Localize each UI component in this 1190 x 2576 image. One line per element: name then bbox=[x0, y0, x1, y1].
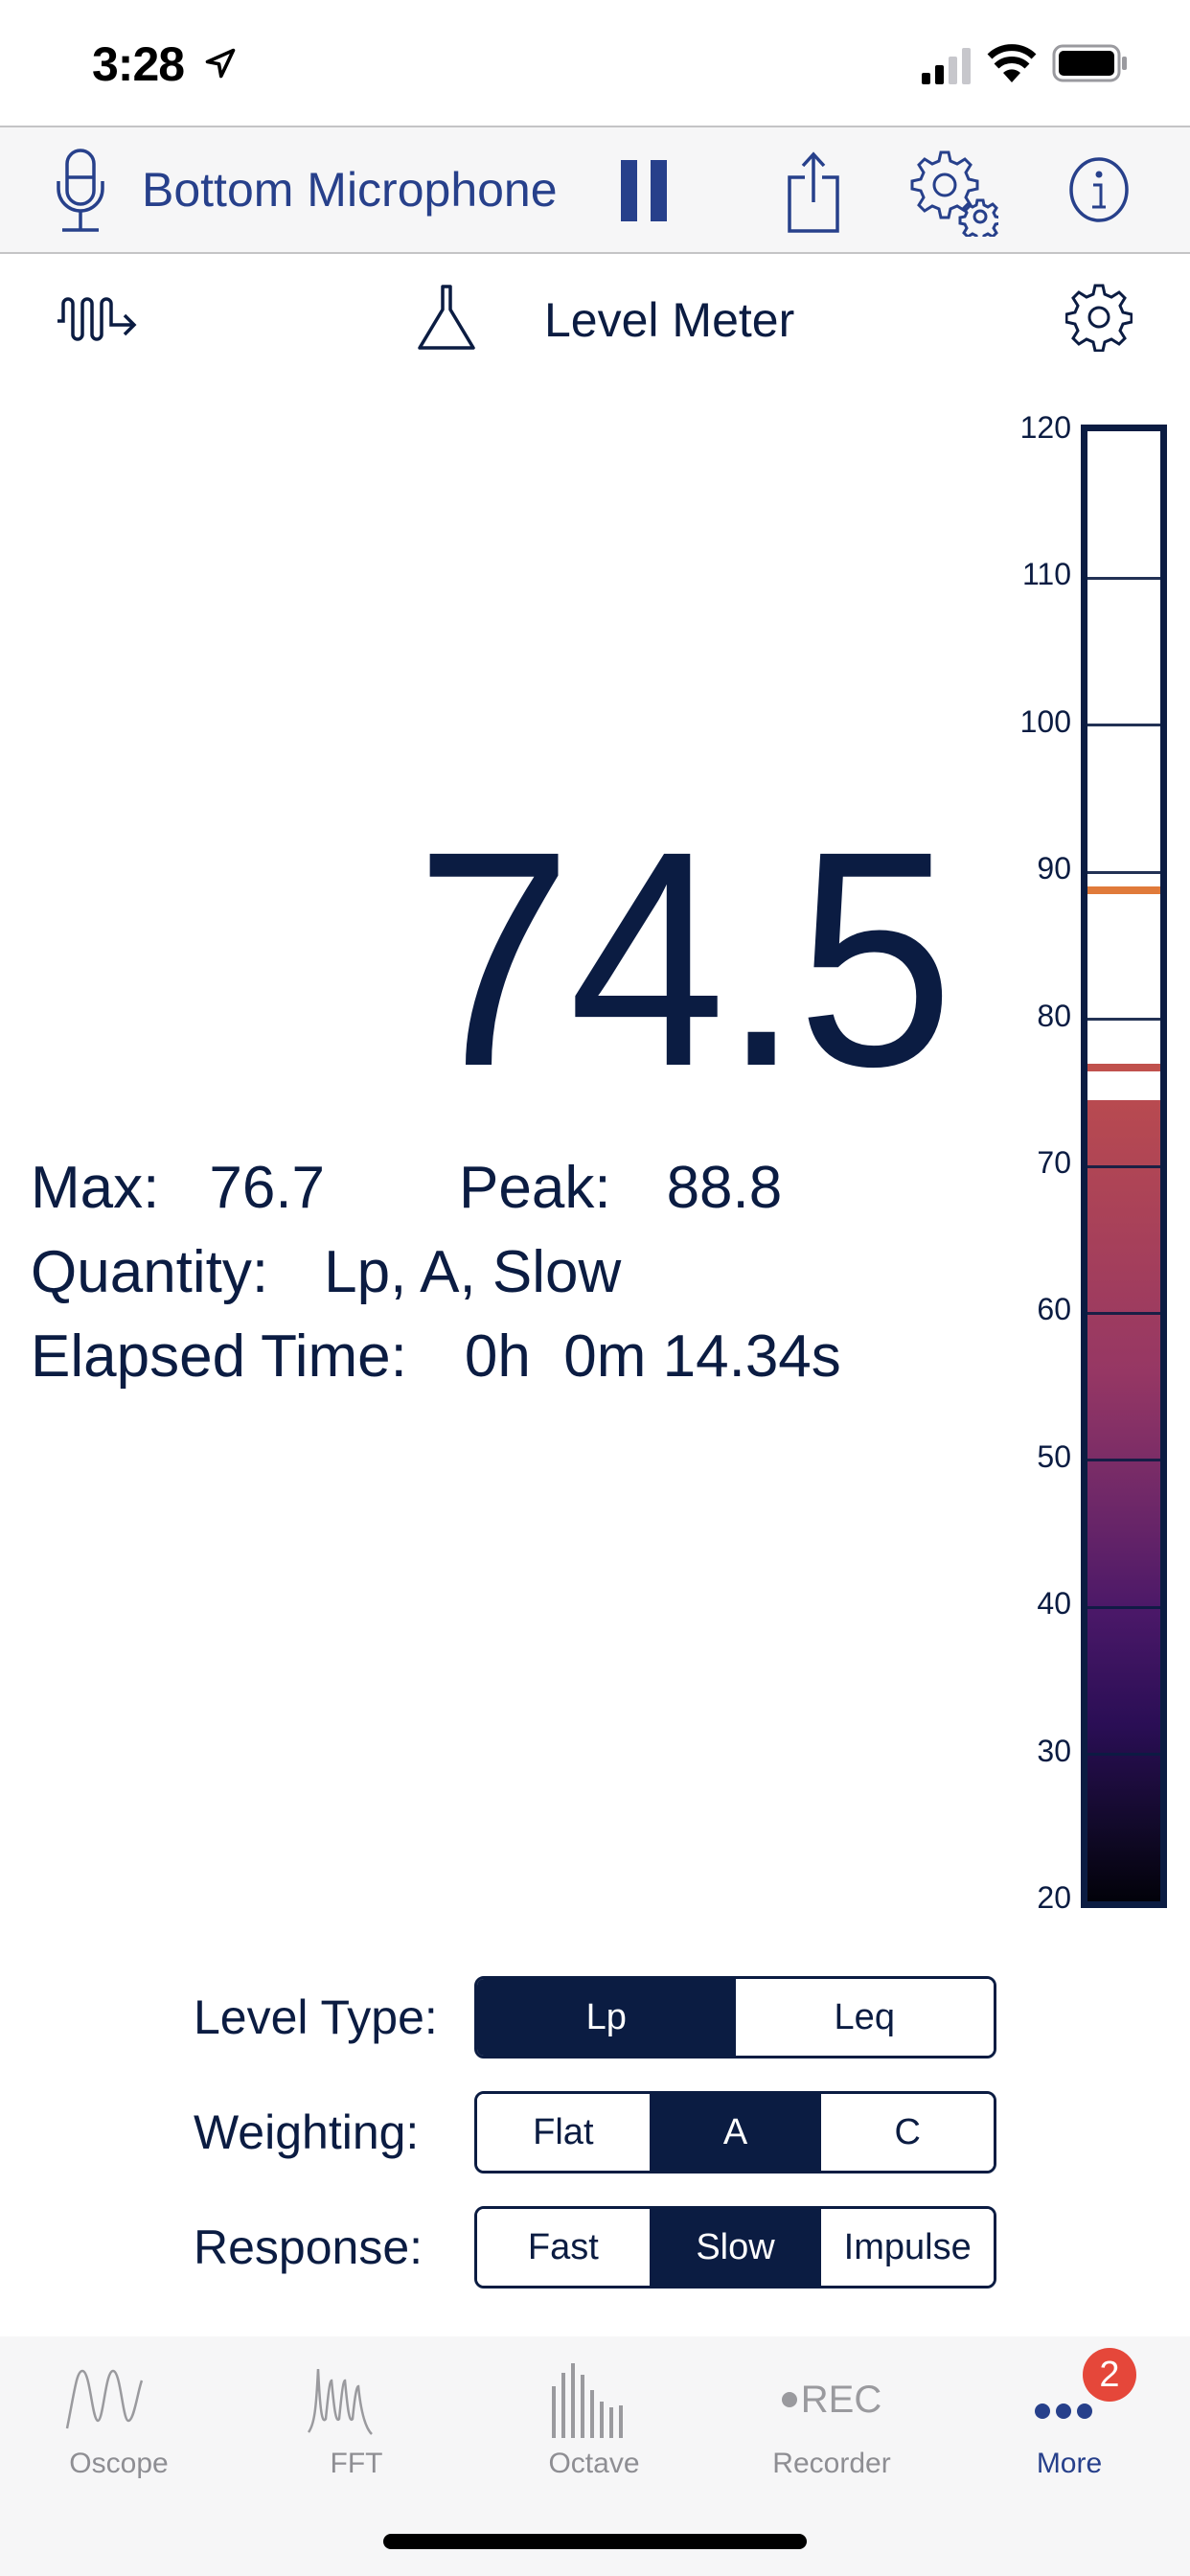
meter-gridline bbox=[1087, 870, 1160, 874]
segment-a[interactable]: A bbox=[649, 2094, 822, 2171]
meter-gridline bbox=[1087, 576, 1160, 580]
status-time: 3:28 bbox=[92, 37, 185, 91]
fft-peaks-icon bbox=[307, 2368, 373, 2435]
meter-tick-label: 100 bbox=[1019, 703, 1071, 739]
segment-impulse[interactable]: Impulse bbox=[821, 2209, 994, 2286]
quantity-label: Quantity: bbox=[31, 1239, 269, 1305]
tab-label: FFT bbox=[330, 2448, 383, 2479]
meter-fill bbox=[1087, 1099, 1160, 1901]
quantity-line: Quantity: Lp, A, Slow bbox=[31, 1230, 841, 1315]
max-label: Max: bbox=[31, 1155, 160, 1221]
elapsed-value: 0h 0m 14.34s bbox=[464, 1323, 841, 1390]
weighting-label: Weighting: bbox=[194, 2105, 420, 2159]
screen-header: Level Meter bbox=[0, 254, 1190, 379]
location-arrow-icon bbox=[205, 48, 236, 79]
octave-bars-icon bbox=[552, 2363, 623, 2438]
home-indicator bbox=[383, 2534, 807, 2549]
max-level-marker bbox=[1087, 1064, 1160, 1072]
segment-slow[interactable]: Slow bbox=[649, 2209, 822, 2286]
meter-gridline bbox=[1087, 724, 1160, 727]
level-type-segmented-control: Lp Leq bbox=[474, 1976, 996, 2058]
input-source-label[interactable]: Bottom Microphone bbox=[142, 162, 558, 218]
rec-icon: REC bbox=[774, 2361, 889, 2438]
rec-icon-text: REC bbox=[800, 2378, 882, 2421]
tab-fft[interactable]: FFT bbox=[238, 2336, 475, 2490]
tab-recorder[interactable]: REC Recorder bbox=[713, 2336, 950, 2490]
tab-label: Oscope bbox=[69, 2448, 169, 2479]
level-type-label: Level Type: bbox=[194, 1990, 438, 2044]
segment-leq[interactable]: Leq bbox=[735, 1979, 994, 2056]
app-settings-icon[interactable] bbox=[910, 149, 998, 237]
peak-value: 88.8 bbox=[666, 1155, 783, 1221]
oscope-wave-icon bbox=[65, 2369, 144, 2429]
share-icon[interactable] bbox=[784, 150, 843, 235]
meter-tick-label: 90 bbox=[1037, 851, 1071, 886]
signal-generator-icon[interactable] bbox=[56, 292, 142, 346]
meter-settings-gear-icon[interactable] bbox=[1065, 283, 1133, 352]
meter-tick-label: 50 bbox=[1037, 1438, 1071, 1474]
meter-tick-label: 60 bbox=[1037, 1292, 1071, 1327]
segment-fast[interactable]: Fast bbox=[477, 2209, 650, 2286]
flask-icon bbox=[418, 285, 475, 350]
response-row: Response: Fast Slow Impulse bbox=[0, 2206, 1190, 2288]
wifi-icon bbox=[987, 44, 1037, 82]
meter-gridline bbox=[1087, 1164, 1160, 1168]
tab-octave[interactable]: Octave bbox=[475, 2336, 713, 2490]
tab-more[interactable]: 2 More bbox=[950, 2336, 1188, 2490]
peak-label: Peak: bbox=[459, 1155, 611, 1221]
segment-flat[interactable]: Flat bbox=[477, 2094, 650, 2171]
max-peak-line: Max: 76.7 Peak: 88.8 bbox=[31, 1146, 841, 1230]
app-toolbar: Bottom Microphone bbox=[0, 126, 1190, 254]
screen-title: Level Meter bbox=[544, 293, 795, 347]
quantity-value: Lp, A, Slow bbox=[324, 1239, 622, 1305]
level-meter-bar bbox=[1081, 425, 1167, 1908]
meter-gridline bbox=[1087, 1018, 1160, 1022]
elapsed-label: Elapsed Time: bbox=[31, 1323, 407, 1390]
meter-tick-label: 80 bbox=[1037, 998, 1071, 1033]
response-label: Response: bbox=[194, 2220, 423, 2274]
meter-tick-label: 20 bbox=[1037, 1880, 1071, 1915]
microphone-icon[interactable] bbox=[54, 147, 107, 235]
notification-badge: 2 bbox=[1083, 2348, 1136, 2402]
level-statistics: Max: 76.7 Peak: 88.8 Quantity: Lp, A, Slow E… bbox=[31, 1146, 841, 1399]
meter-tick-label: 120 bbox=[1019, 410, 1071, 445]
battery-icon bbox=[1052, 44, 1127, 82]
tab-label: More bbox=[1036, 2448, 1103, 2479]
info-icon[interactable] bbox=[1067, 156, 1131, 223]
segment-c[interactable]: C bbox=[821, 2094, 994, 2171]
weighting-row: Weighting: Flat A C bbox=[0, 2091, 1190, 2174]
tab-label: Octave bbox=[548, 2448, 640, 2479]
meter-tick-label: 70 bbox=[1037, 1145, 1071, 1180]
max-value: 76.7 bbox=[209, 1155, 326, 1221]
tab-label: Recorder bbox=[772, 2448, 891, 2479]
meter-tick-label: 30 bbox=[1037, 1733, 1071, 1768]
meter-gridline bbox=[1087, 1605, 1160, 1609]
weighting-segmented-control: Flat A C bbox=[474, 2091, 996, 2174]
meter-gridline bbox=[1087, 1753, 1160, 1757]
segment-lp[interactable]: Lp bbox=[477, 1979, 736, 2056]
meter-gridline bbox=[1087, 1459, 1160, 1462]
current-level-reading: 74.5 bbox=[415, 787, 954, 1130]
response-segmented-control: Fast Slow Impulse bbox=[474, 2206, 996, 2288]
cellular-signal-icon bbox=[922, 48, 971, 84]
elapsed-time-line: Elapsed Time: 0h 0m 14.34s bbox=[31, 1315, 841, 1399]
peak-level-marker bbox=[1087, 886, 1160, 894]
status-bar: 3:28 bbox=[0, 0, 1190, 126]
level-type-row: Level Type: Lp Leq bbox=[0, 1976, 1190, 2058]
meter-tick-label: 110 bbox=[1021, 557, 1071, 592]
meter-tick-label: 40 bbox=[1037, 1586, 1071, 1622]
meter-gridline bbox=[1087, 1311, 1160, 1315]
pause-button[interactable] bbox=[621, 160, 667, 221]
tab-oscope[interactable]: Oscope bbox=[0, 2336, 238, 2490]
